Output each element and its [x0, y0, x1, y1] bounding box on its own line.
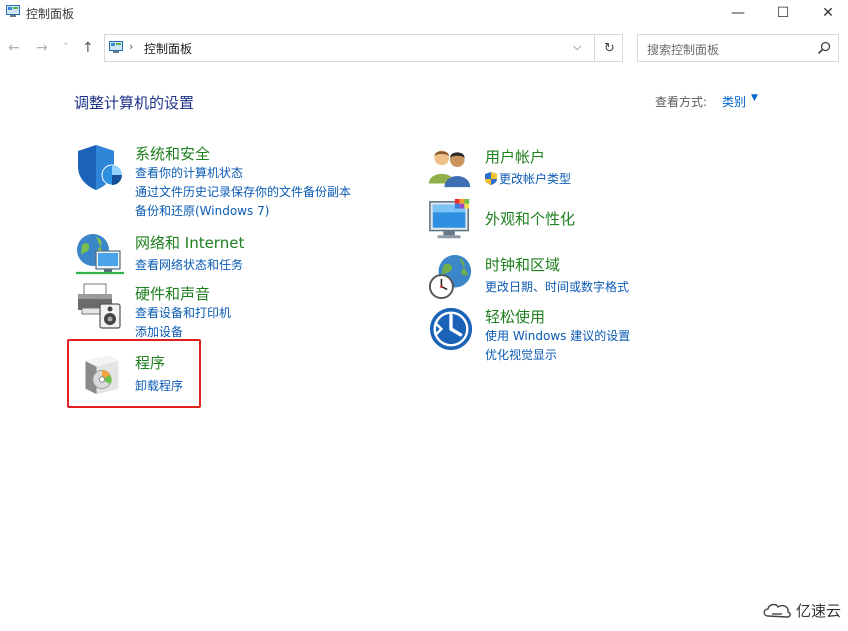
link-change-date-format[interactable]: 更改日期、时间或数字格式 [485, 278, 629, 295]
clock-globe-icon[interactable] [428, 254, 474, 300]
address-bar[interactable]: › 控制面板 ⌵ ↻ [104, 34, 623, 62]
dropdown-arrow-icon[interactable]: ▼ [751, 93, 758, 103]
link-optimize-visual-display[interactable]: 优化视觉显示 [485, 346, 557, 363]
uac-shield-icon [485, 172, 497, 185]
category-title-appearance[interactable]: 外观和个性化 [485, 208, 575, 229]
back-button[interactable]: ← [8, 40, 20, 56]
search-icon[interactable] [817, 41, 831, 55]
link-view-computer-status[interactable]: 查看你的计算机状态 [135, 164, 243, 181]
title-bar: 控制面板 — ☐ ✕ [0, 0, 848, 26]
window-title: 控制面板 [26, 7, 75, 21]
category-user-accounts: 用户帐户 更改帐户类型 [428, 146, 758, 191]
ease-of-access-icon[interactable] [428, 306, 474, 352]
category-hardware: 硬件和声音 查看设备和打印机 添加设备 [76, 282, 406, 342]
link-file-history[interactable]: 通过文件历史记录保存你的文件备份副本 [135, 183, 351, 200]
minimize-button[interactable]: — [715, 0, 761, 26]
network-globe-icon[interactable] [76, 231, 124, 279]
category-network: 网络和 Internet 查看网络状态和任务 [76, 231, 406, 276]
link-backup-restore[interactable]: 备份和还原(Windows 7) [135, 202, 269, 219]
category-title-hardware[interactable]: 硬件和声音 [135, 283, 210, 304]
category-title-ease-of-access[interactable]: 轻松使用 [485, 306, 545, 327]
appearance-monitor-icon[interactable] [428, 198, 474, 244]
watermark-text: 亿速云 [796, 602, 842, 620]
watermark: 亿速云 [762, 600, 841, 621]
category-title-network[interactable]: 网络和 Internet [135, 232, 244, 253]
chevron-right-icon[interactable]: › [129, 40, 133, 53]
up-button[interactable]: ↑ [82, 40, 94, 56]
category-ease-of-access: 轻松使用 使用 Windows 建议的设置 优化视觉显示 [428, 306, 758, 366]
category-programs: 程序 卸载程序 [80, 352, 200, 400]
category-appearance: 外观和个性化 [428, 198, 758, 246]
security-shield-icon[interactable] [76, 143, 124, 191]
printer-speaker-icon[interactable] [76, 282, 124, 330]
view-by-label: 查看方式: [655, 95, 708, 109]
address-path[interactable]: 控制面板 [144, 40, 192, 57]
search-placeholder: 搜索控制面板 [647, 43, 720, 57]
category-title-system-security[interactable]: 系统和安全 [135, 143, 210, 164]
chevron-down-icon[interactable]: ⌵ [573, 40, 581, 54]
category-clock-region: 时钟和区域 更改日期、时间或数字格式 [428, 254, 758, 302]
link-devices-printers[interactable]: 查看设备和打印机 [135, 304, 231, 321]
link-change-account-type[interactable]: 更改帐户类型 [485, 170, 571, 187]
control-panel-icon [6, 5, 20, 17]
close-button[interactable]: ✕ [805, 0, 848, 26]
link-add-device[interactable]: 添加设备 [135, 323, 183, 340]
maximize-button[interactable]: ☐ [760, 0, 806, 26]
page-title: 调整计算机的设置 [74, 94, 195, 112]
category-title-user-accounts[interactable]: 用户帐户 [485, 146, 545, 167]
programs-disc-icon[interactable] [80, 352, 124, 396]
category-system-security: 系统和安全 查看你的计算机状态 通过文件历史记录保存你的文件备份副本 备份和还原… [76, 143, 406, 223]
link-windows-recommended-settings[interactable]: 使用 Windows 建议的设置 [485, 327, 630, 344]
users-icon[interactable] [428, 146, 472, 188]
control-panel-icon [109, 41, 123, 53]
category-title-programs[interactable]: 程序 [135, 352, 165, 373]
link-change-account-type-label[interactable]: 更改帐户类型 [499, 172, 571, 186]
view-by-dropdown[interactable]: 类别 [722, 93, 746, 110]
recent-locations-button[interactable]: ˅ [63, 41, 69, 54]
refresh-button[interactable]: ↻ [594, 35, 624, 61]
category-title-clock-region[interactable]: 时钟和区域 [485, 254, 560, 275]
cloud-logo-icon [763, 603, 791, 618]
search-input[interactable]: 搜索控制面板 [637, 34, 839, 62]
link-network-status[interactable]: 查看网络状态和任务 [135, 256, 243, 273]
forward-button[interactable]: → [36, 40, 48, 56]
link-uninstall-program[interactable]: 卸载程序 [135, 377, 183, 394]
